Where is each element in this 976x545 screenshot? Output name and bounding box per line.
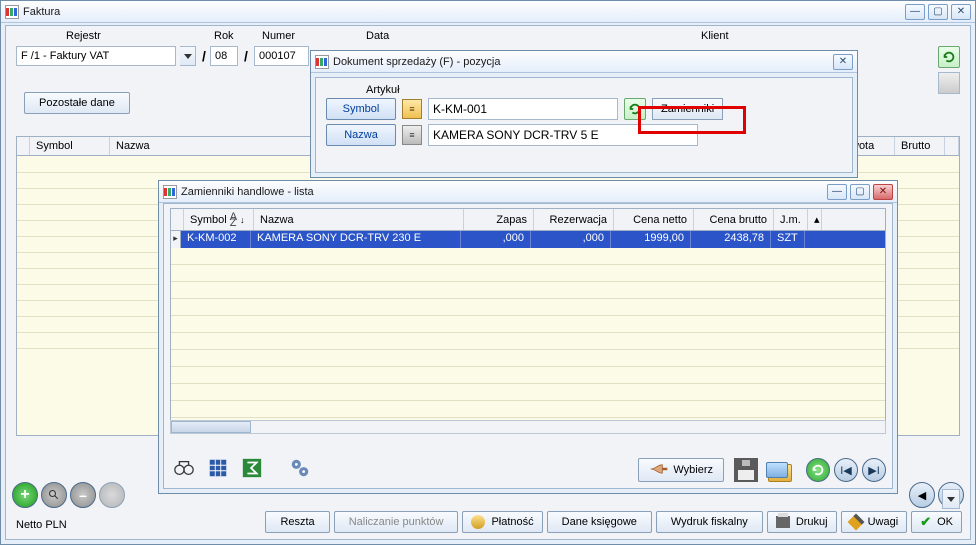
- scroll-up-icon[interactable]: ▴: [808, 209, 822, 230]
- list-header-cena-netto[interactable]: Cena netto: [614, 209, 694, 230]
- add-button[interactable]: +: [12, 482, 38, 508]
- app-icon: [163, 185, 177, 199]
- check-icon: ✔: [920, 514, 931, 530]
- list-close-button[interactable]: ✕: [873, 184, 893, 200]
- rejestr-field[interactable]: F /1 - Faktury VAT: [16, 46, 176, 66]
- platnosc-button[interactable]: Płatność: [462, 511, 542, 533]
- document-title: Dokument sprzedaży (F) - pozycja: [333, 56, 833, 68]
- remove-button[interactable]: –: [70, 482, 96, 508]
- list-header-nazwa[interactable]: Nazwa: [254, 209, 464, 230]
- artykul-label: Artykuł: [366, 84, 842, 96]
- list-title: Zamienniki handlowe - lista: [181, 186, 827, 198]
- main-titlebar: Faktura — ▢ ✕: [1, 1, 975, 23]
- rok-label: Rok: [214, 30, 234, 42]
- sigma-icon[interactable]: [238, 454, 266, 482]
- symbol-refresh-button[interactable]: [624, 98, 646, 120]
- list-maximize-button[interactable]: ▢: [850, 184, 870, 200]
- nazwa-field[interactable]: KAMERA SONY DCR-TRV 5 E: [428, 124, 698, 146]
- refresh-icon[interactable]: [806, 458, 830, 482]
- naliczanie-button: Naliczanie punktów: [334, 511, 459, 533]
- list-header-cena-brutto[interactable]: Cena brutto: [694, 209, 774, 230]
- symbol-button[interactable]: Symbol: [326, 98, 396, 120]
- document-window: Dokument sprzedaży (F) - pozycja ✕ Artyk…: [310, 50, 858, 178]
- app-icon: [315, 55, 329, 69]
- reszta-button[interactable]: Reszta: [265, 511, 329, 533]
- list-icon[interactable]: ≡: [402, 125, 422, 145]
- klient-label: Klient: [701, 30, 729, 42]
- rejestr-label: Rejestr: [66, 30, 101, 42]
- rejestr-dropdown[interactable]: [180, 46, 196, 66]
- app-icon: [5, 5, 19, 19]
- wybierz-button[interactable]: Wybierz: [638, 458, 724, 482]
- numer-label: Numer: [262, 30, 295, 42]
- grid-view-icon[interactable]: [204, 454, 232, 482]
- doc-close-button[interactable]: ✕: [833, 54, 853, 70]
- symbol-field[interactable]: K-KM-001: [428, 98, 618, 120]
- nav-last-icon[interactable]: ▶I: [862, 458, 886, 482]
- open-folder-icon[interactable]: [768, 464, 792, 482]
- klient-refresh-button[interactable]: [938, 46, 960, 68]
- list-minimize-button[interactable]: —: [827, 184, 847, 200]
- cell-jm: SZT: [771, 231, 805, 248]
- uwagi-button[interactable]: Uwagi: [841, 511, 908, 533]
- pencil-icon: [847, 514, 864, 531]
- nazwa-button[interactable]: Nazwa: [326, 124, 396, 146]
- netto-row: Netto PLN: [16, 515, 67, 535]
- bottom-bar: Reszta Naliczanie punktów Płatność Dane …: [265, 511, 962, 535]
- table-row[interactable]: K-KM-002 KAMERA SONY DCR-TRV 230 E ,000 …: [171, 231, 885, 248]
- main-title: Faktura: [23, 6, 905, 18]
- disabled-circle: [99, 482, 125, 508]
- chevron-down-icon: [184, 54, 192, 59]
- slash: /: [200, 48, 208, 64]
- numer-field[interactable]: 000107: [254, 46, 309, 66]
- wydruk-fiskalny-button[interactable]: Wydruk fiskalny: [656, 511, 763, 533]
- nav-first[interactable]: ◀: [909, 482, 935, 508]
- klient-extra-button[interactable]: [938, 72, 960, 94]
- cell-zapas: ,000: [461, 231, 531, 248]
- printer-icon: [776, 516, 790, 528]
- maximize-button[interactable]: ▢: [928, 4, 948, 20]
- zamienniki-button[interactable]: Zamienniki: [652, 98, 723, 120]
- card-icon[interactable]: ≡: [402, 99, 422, 119]
- drukuj-button[interactable]: Drukuj: [767, 511, 837, 533]
- row-indicator-icon: [171, 231, 181, 248]
- list-toolbar: Wybierz I◀ ▶I: [170, 432, 886, 482]
- gears-icon[interactable]: [286, 454, 314, 482]
- substitutes-grid: Symbol AZ↓ Nazwa Zapas Rezerwacja Cena n…: [170, 208, 886, 428]
- minimize-button[interactable]: —: [905, 4, 925, 20]
- close-button[interactable]: ✕: [951, 4, 971, 20]
- netto-dropdown[interactable]: [942, 489, 960, 509]
- netto-label: Netto PLN: [16, 519, 67, 531]
- save-icon[interactable]: [734, 458, 758, 482]
- cell-symbol: K-KM-002: [181, 231, 251, 248]
- sort-arrow-icon: ↓: [240, 215, 245, 225]
- list-header-rezerwacja[interactable]: Rezerwacja: [534, 209, 614, 230]
- sort-icon: AZ: [230, 214, 237, 226]
- cell-rezerwacja: ,000: [531, 231, 611, 248]
- list-header-zapas[interactable]: Zapas: [464, 209, 534, 230]
- ok-button[interactable]: ✔ OK: [911, 511, 962, 533]
- cell-cena-brutto: 2438,78: [691, 231, 771, 248]
- dane-ksiegowe-button[interactable]: Dane księgowe: [547, 511, 652, 533]
- nav-first-icon[interactable]: I◀: [834, 458, 858, 482]
- grid-header-brutto[interactable]: Brutto: [895, 137, 945, 155]
- cell-nazwa: KAMERA SONY DCR-TRV 230 E: [251, 231, 461, 248]
- cell-cena-netto: 1999,00: [611, 231, 691, 248]
- data-label: Data: [366, 30, 389, 42]
- search-circle-button[interactable]: [41, 482, 67, 508]
- list-header-symbol[interactable]: Symbol AZ↓: [184, 209, 254, 230]
- list-header-jm[interactable]: J.m.: [774, 209, 808, 230]
- coins-icon: [471, 515, 485, 529]
- grid-header-symbol[interactable]: Symbol: [30, 137, 110, 155]
- binoculars-icon[interactable]: [170, 454, 198, 482]
- hand-point-icon: [649, 461, 669, 480]
- rok-field[interactable]: 08: [210, 46, 238, 66]
- list-window: Zamienniki handlowe - lista — ▢ ✕ Symbol…: [158, 180, 898, 494]
- pozostale-dane-button[interactable]: Pozostałe dane: [24, 92, 130, 114]
